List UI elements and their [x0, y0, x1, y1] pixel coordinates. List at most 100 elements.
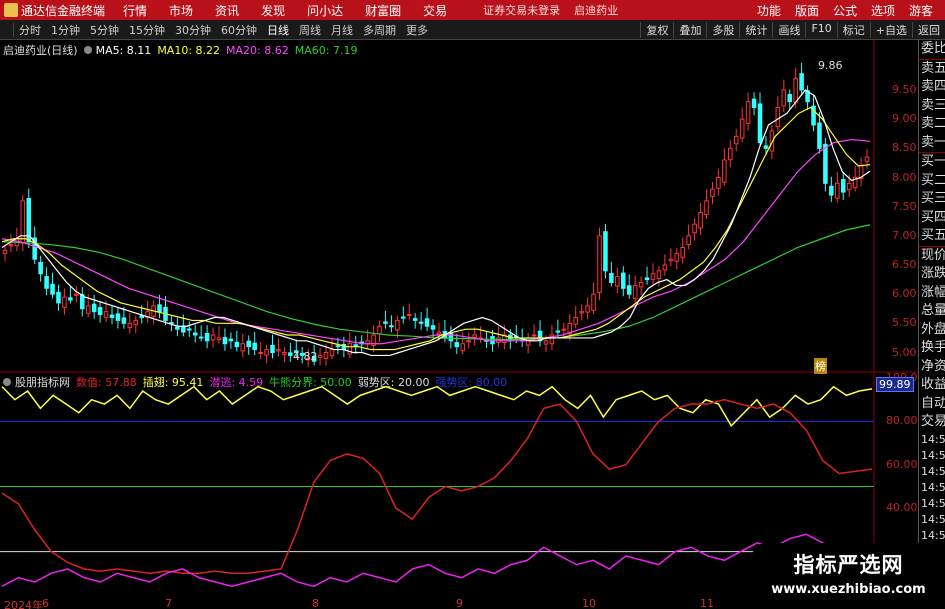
- quote-row-label[interactable]: 卖三: [919, 97, 945, 116]
- quote-row-label[interactable]: 买一: [919, 152, 945, 172]
- candle-body: [26, 198, 32, 243]
- quote-row-label[interactable]: 买四: [919, 209, 945, 228]
- candle-body: [323, 352, 329, 359]
- price-tick-label: 9.00: [892, 112, 917, 126]
- tool-mark-button[interactable]: 标记: [836, 21, 870, 38]
- candle-body: [781, 89, 787, 107]
- menu-item-trade[interactable]: 交易: [423, 2, 447, 19]
- high-annotation: 9.86: [818, 59, 843, 72]
- quote-row-label[interactable]: 买二: [919, 172, 945, 191]
- quote-row-label[interactable]: 收益: [919, 376, 945, 395]
- guest-label[interactable]: 游客: [909, 2, 933, 19]
- period-monthly[interactable]: 月线: [326, 22, 358, 38]
- price-tick-label: 6.50: [892, 258, 917, 271]
- quote-row-label[interactable]: 买五: [919, 227, 945, 246]
- period-30min[interactable]: 30分钟: [170, 22, 216, 38]
- menu-item-formula[interactable]: 公式: [833, 2, 857, 19]
- menu-item-wealth[interactable]: 财富圈: [365, 2, 401, 19]
- quote-row-label[interactable]: 买三: [919, 190, 945, 209]
- period-weekly[interactable]: 周线: [294, 22, 326, 38]
- candle-body: [656, 270, 662, 279]
- quote-row-label[interactable]: 涨跌: [919, 265, 945, 284]
- candle-body: [650, 273, 656, 280]
- menu-item-layout[interactable]: 版面: [795, 2, 819, 19]
- tool-multi-stock-button[interactable]: 多股: [706, 21, 739, 38]
- candle-body: [50, 283, 55, 295]
- period-more[interactable]: 更多: [401, 22, 433, 38]
- candle-body: [490, 336, 495, 345]
- menu-item-ask[interactable]: 问小达: [307, 2, 343, 19]
- price-tick-label: 6.00: [892, 287, 917, 301]
- candle-body: [585, 305, 590, 313]
- period-daily[interactable]: 日线: [262, 22, 294, 38]
- quote-row-label[interactable]: 卖四: [919, 78, 945, 97]
- candle-body: [436, 331, 442, 335]
- tool-draw-button[interactable]: 画线: [772, 21, 805, 38]
- candle-body: [198, 336, 204, 339]
- candle-body: [97, 307, 103, 316]
- quote-row-label[interactable]: 总量: [919, 302, 945, 321]
- collapse-handle[interactable]: [2, 22, 14, 37]
- candle-body: [668, 258, 674, 262]
- period-timeshare[interactable]: 分时: [14, 22, 46, 38]
- candle-body: [139, 315, 144, 319]
- candle-body: [44, 276, 49, 289]
- candle-body: [133, 319, 139, 326]
- quote-row-label[interactable]: 卖一: [919, 134, 945, 153]
- candle-body: [787, 94, 793, 103]
- candle-body: [472, 334, 477, 339]
- watermark-title: 指标严选网: [793, 553, 904, 577]
- candle-body: [692, 223, 697, 234]
- period-60min[interactable]: 60分钟: [216, 22, 262, 38]
- list-tag[interactable]: 榜: [814, 358, 827, 374]
- quote-row-label[interactable]: 涨幅: [919, 284, 945, 303]
- candle-body: [418, 321, 424, 324]
- candle-body: [579, 311, 584, 314]
- candle-body: [406, 314, 412, 317]
- candle-body: [121, 317, 127, 324]
- menu-item-discover[interactable]: 发现: [261, 2, 285, 19]
- period-multi[interactable]: 多周期: [358, 22, 401, 38]
- candle-body: [704, 200, 709, 216]
- ma10-line: [1, 106, 871, 351]
- trade-time: 14:56: [921, 512, 945, 526]
- candle-body: [127, 322, 133, 329]
- candle-body: [626, 285, 632, 295]
- stock-notice: 启迪药业: [574, 4, 619, 17]
- menu-item-market[interactable]: 行情: [123, 2, 147, 19]
- menu-item-options[interactable]: 选项: [871, 2, 895, 19]
- quote-row-label[interactable]: 换手: [919, 339, 945, 358]
- period-15min[interactable]: 15分钟: [124, 22, 170, 38]
- candle-body: [186, 328, 192, 331]
- quote-row-label[interactable]: 交易: [919, 413, 945, 432]
- tool-overlay-button[interactable]: 叠加: [673, 21, 706, 38]
- tool-stats-button[interactable]: 统计: [739, 21, 772, 38]
- price-chart[interactable]: [0, 40, 918, 609]
- candle-body: [644, 277, 650, 281]
- period-1min[interactable]: 1分钟: [46, 22, 85, 38]
- quote-row-label[interactable]: 现价: [919, 245, 945, 266]
- menu-item-markets[interactable]: 市场: [169, 2, 193, 19]
- menu-item-news[interactable]: 资讯: [215, 2, 239, 19]
- menu-item-function[interactable]: 功能: [757, 2, 781, 19]
- quote-row-label[interactable]: 净资: [919, 358, 945, 377]
- trade-time: 14:56: [921, 496, 945, 510]
- candle-body: [412, 318, 418, 321]
- quote-row-label[interactable]: 卖二: [919, 115, 945, 134]
- tool-back-button[interactable]: 返回: [912, 21, 945, 38]
- x-tick-label: 7: [165, 597, 172, 609]
- login-notice[interactable]: 证券交易未登录: [483, 2, 560, 18]
- tool-add-watch-button[interactable]: +自选: [869, 21, 912, 38]
- tool-f10-button[interactable]: F10: [805, 21, 836, 38]
- period-5min[interactable]: 5分钟: [85, 22, 124, 38]
- tool-adjust-button[interactable]: 复权: [640, 21, 673, 38]
- price-tick-label: 5.00: [892, 345, 917, 359]
- candle-body: [258, 352, 263, 354]
- candle-body: [389, 325, 394, 328]
- quote-row-label[interactable]: 卖五: [919, 58, 945, 79]
- quote-row-label[interactable]: 委比: [919, 40, 945, 59]
- quote-row-label[interactable]: 外盘: [919, 321, 945, 340]
- candle-body: [252, 342, 257, 351]
- candle-body: [103, 311, 109, 318]
- quote-row-label[interactable]: 自动: [919, 395, 945, 414]
